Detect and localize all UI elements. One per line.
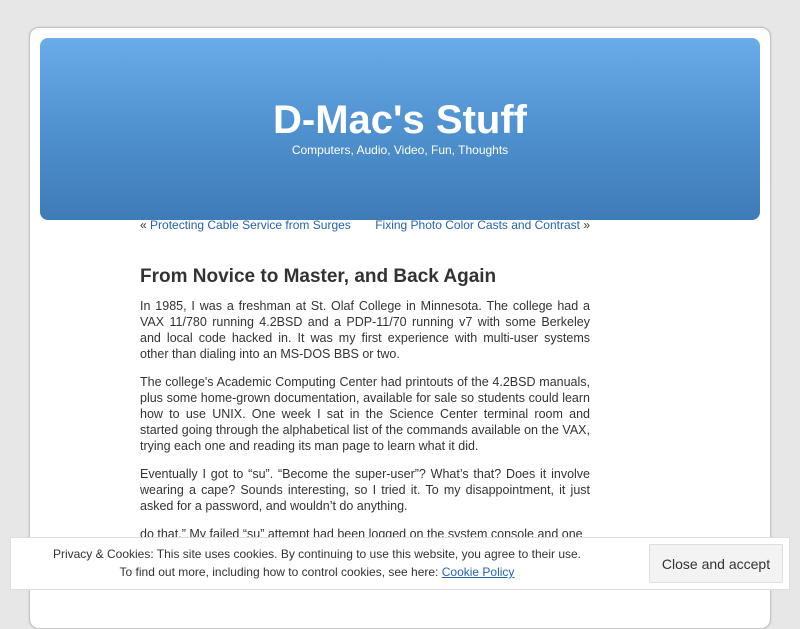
cookie-policy-link[interactable]: Cookie Policy	[442, 565, 515, 579]
previous-arrow: «	[140, 218, 147, 232]
post-title: From Novice to Master, and Back Again	[140, 266, 497, 287]
close-and-accept-button[interactable]: Close and accept	[649, 544, 783, 583]
post-article: From Novice to Master, and Back Again In…	[140, 265, 590, 554]
next-arrow: »	[583, 218, 590, 232]
next-post-link[interactable]: Fixing Photo Color Casts and Contrast	[375, 218, 580, 232]
cookie-text: Privacy & Cookies: This site uses cookie…	[11, 545, 623, 581]
post-paragraph: Eventually I got to “su”. “Become the su…	[140, 467, 590, 513]
site-description: Computers, Audio, Video, Fun, Thoughts	[291, 143, 509, 157]
previous-post-nav: « Protecting Cable Service from Surges	[140, 218, 351, 232]
cookie-banner: Privacy & Cookies: This site uses cookie…	[10, 537, 790, 590]
next-post-nav: Fixing Photo Color Casts and Contrast »	[375, 218, 590, 232]
cookie-notice-line1: Privacy & Cookies: This site uses cookie…	[52, 547, 582, 561]
site-header: D-Mac's Stuff Computers, Audio, Video, F…	[40, 38, 760, 220]
site-title-link[interactable]: D-Mac's Stuff	[40, 96, 760, 144]
post-paragraph: The college's Academic Computing Center …	[140, 375, 590, 453]
cookie-notice-line2: To find out more, including how to contr…	[119, 565, 442, 579]
post-paragraph: In 1985, I was a freshman at St. Olaf Co…	[140, 299, 590, 361]
previous-post-link[interactable]: Protecting Cable Service from Surges	[150, 218, 351, 232]
